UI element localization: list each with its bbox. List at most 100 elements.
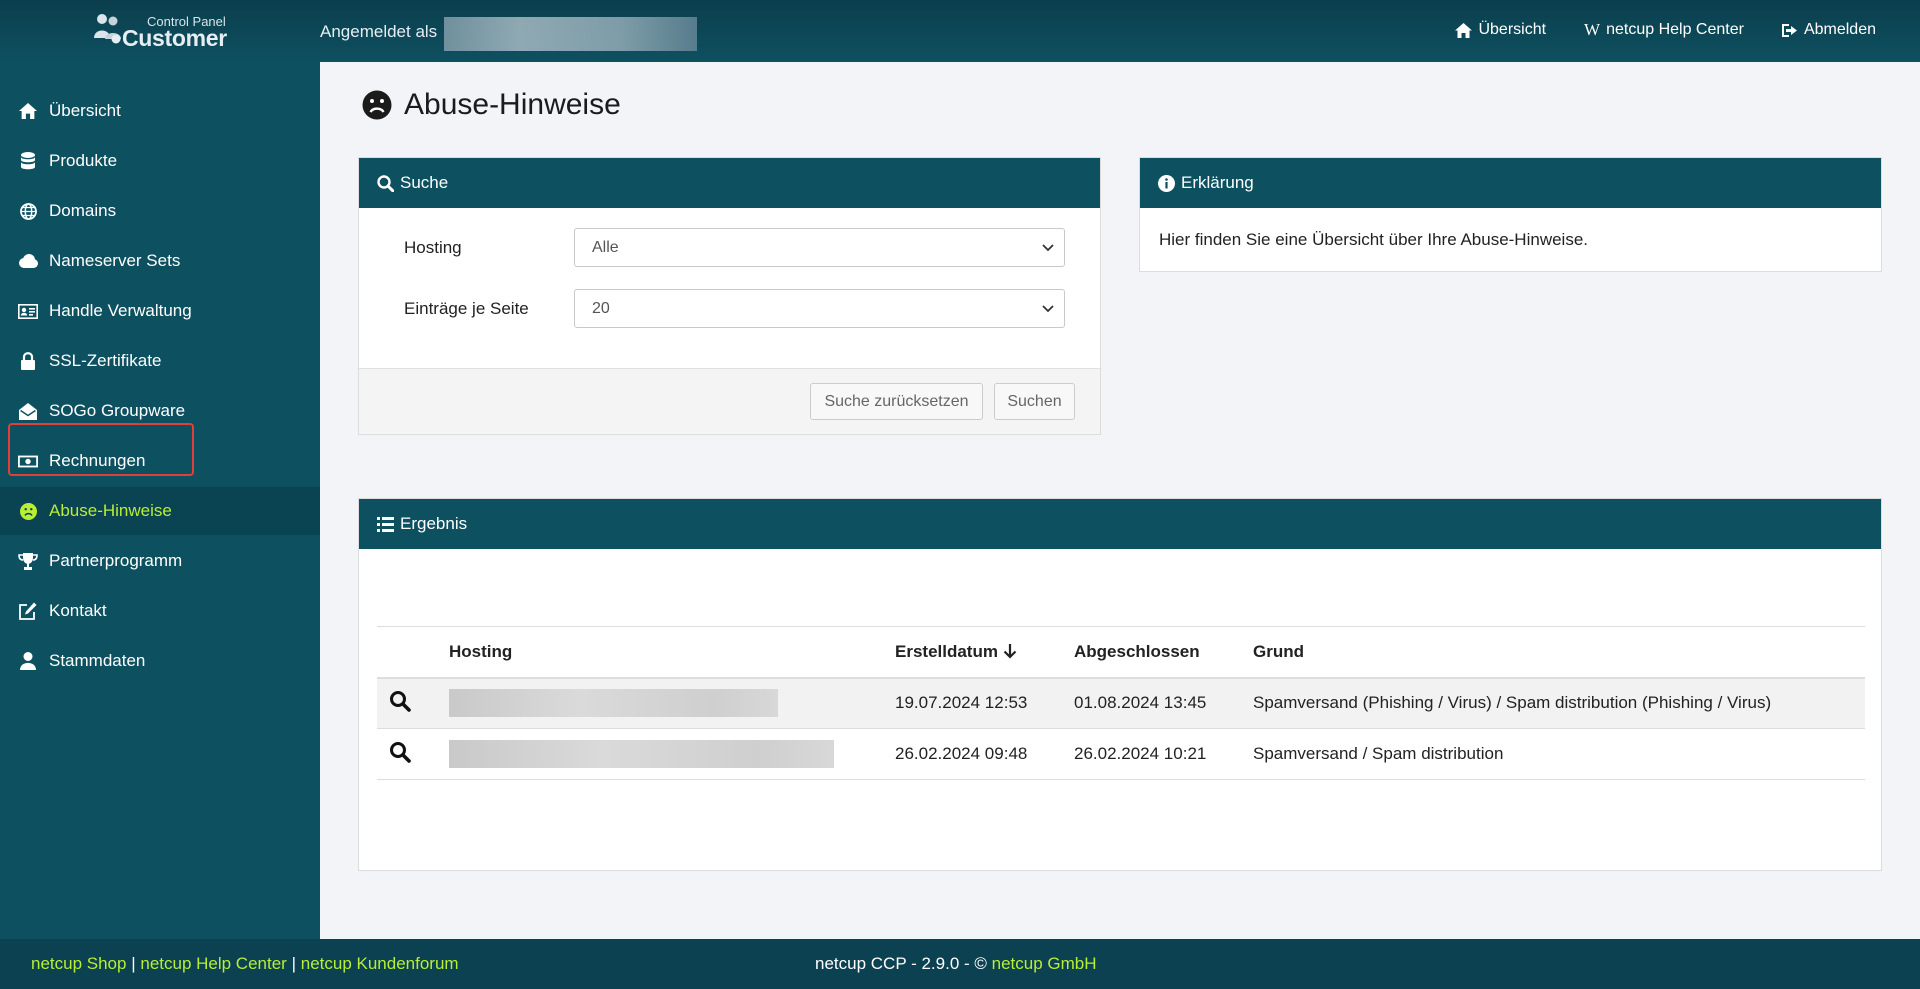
sidebar: Übersicht Produkte Domains Nameserver Se… xyxy=(0,62,320,939)
column-header-hosting[interactable]: Hosting xyxy=(449,626,895,679)
sidebar-item-label: Produkte xyxy=(49,151,118,170)
top-nav-logout-label: Abmelden xyxy=(1803,21,1876,38)
logo[interactable]: Control Panel Customer xyxy=(92,10,232,52)
hosting-select[interactable]: Alle xyxy=(574,228,1065,267)
sidebar-item-label: Domains xyxy=(49,201,117,220)
reason-cell: Spamversand / Spam distribution xyxy=(1253,728,1865,780)
reason-cell: Spamversand (Phishing / Virus) / Spam di… xyxy=(1253,677,1865,729)
column-header-reason[interactable]: Grund xyxy=(1253,626,1865,679)
table-row: 26.02.2024 09:48 26.02.2024 10:21 Spamve… xyxy=(377,728,1865,780)
sidebar-item-domains[interactable]: Domains xyxy=(0,187,320,235)
envelope-open-icon xyxy=(18,401,38,421)
footer-separator: | xyxy=(291,954,296,973)
redacted-hosting-name xyxy=(449,740,834,768)
redacted-hosting-name xyxy=(449,689,778,718)
user-icon xyxy=(18,651,38,671)
footer-links: netcup Shop | netcup Help Center | netcu… xyxy=(31,954,459,974)
reset-search-button[interactable]: Suche zurücksetzen xyxy=(810,383,983,420)
footer: netcup Shop | netcup Help Center | netcu… xyxy=(0,939,1920,989)
edit-icon xyxy=(18,601,38,621)
explanation-panel-title: Erklärung xyxy=(1181,173,1254,192)
footer-separator: | xyxy=(131,954,136,973)
hosting-filter-row: Hosting Alle xyxy=(404,228,1065,267)
results-table: Hosting Erstelldatum Abgeschlossen Grund… xyxy=(377,626,1865,780)
view-details-icon[interactable] xyxy=(389,741,411,768)
hosting-filter-label: Hosting xyxy=(404,237,462,257)
cloud-icon xyxy=(18,251,38,271)
explanation-panel-header: Erklärung xyxy=(1140,158,1881,208)
database-icon xyxy=(18,151,38,171)
page-title: Abuse-Hinweise xyxy=(362,88,621,122)
active-item-highlight xyxy=(8,423,194,476)
top-nav-logout[interactable]: Abmelden xyxy=(1781,20,1876,40)
explanation-panel: Erklärung Hier finden Sie eine Übersicht… xyxy=(1139,157,1882,272)
wikipedia-w-icon: W xyxy=(1584,20,1601,39)
hosting-cell xyxy=(449,677,895,729)
search-panel-title: Suche xyxy=(400,173,449,192)
entries-per-page-label: Einträge je Seite xyxy=(404,298,529,318)
table-row: 19.07.2024 12:53 01.08.2024 13:45 Spamve… xyxy=(377,677,1865,729)
info-circle-icon xyxy=(1158,174,1175,192)
hosting-cell xyxy=(449,728,895,780)
id-card-icon xyxy=(18,301,38,321)
entries-per-page-row: Einträge je Seite 20 xyxy=(404,289,1065,328)
list-icon xyxy=(377,516,394,532)
footer-forum-link[interactable]: netcup Kundenforum xyxy=(301,954,459,973)
closed-cell: 01.08.2024 13:45 xyxy=(1074,677,1253,729)
sidebar-item-label: Handle Verwaltung xyxy=(49,301,192,320)
sidebar-item-nameserver-sets[interactable]: Nameserver Sets xyxy=(0,237,320,285)
hosting-select-value: Alle xyxy=(592,238,619,256)
sign-out-icon xyxy=(1781,23,1797,37)
entries-per-page-value: 20 xyxy=(592,299,610,317)
sidebar-item-abuse-notices[interactable]: Abuse-Hinweise xyxy=(0,487,320,535)
logo-title: Customer xyxy=(122,25,227,51)
trophy-icon xyxy=(18,551,38,571)
search-panel-footer: Suche zurücksetzen Suchen xyxy=(359,368,1100,434)
closed-cell: 26.02.2024 10:21 xyxy=(1074,728,1253,780)
sidebar-item-label: SSL-Zertifikate xyxy=(49,351,162,370)
customer-group-icon xyxy=(94,14,121,44)
search-icon xyxy=(377,174,394,192)
result-panel: Ergebnis Hosting Erstelldatum Abgeschlos… xyxy=(358,498,1882,871)
sidebar-item-label: SOGo Groupware xyxy=(49,401,186,420)
view-details-icon[interactable] xyxy=(389,690,411,717)
footer-help-link[interactable]: netcup Help Center xyxy=(140,954,286,973)
sidebar-item-partner-program[interactable]: Partnerprogramm xyxy=(0,537,320,585)
chevron-down-icon xyxy=(1042,243,1054,251)
search-button[interactable]: Suchen xyxy=(994,383,1075,420)
sidebar-item-overview[interactable]: Übersicht xyxy=(0,87,320,135)
table-header-row: Hosting Erstelldatum Abgeschlossen Grund xyxy=(377,626,1865,679)
column-header-created[interactable]: Erstelldatum xyxy=(895,626,1074,679)
home-icon xyxy=(18,101,38,121)
footer-company-link[interactable]: netcup GmbH xyxy=(992,954,1097,973)
created-cell: 26.02.2024 09:48 xyxy=(895,728,1074,780)
top-nav-help-center[interactable]: W netcup Help Center xyxy=(1584,20,1744,40)
result-panel-title: Ergebnis xyxy=(400,514,468,533)
created-cell: 19.07.2024 12:53 xyxy=(895,677,1074,729)
column-header-closed[interactable]: Abgeschlossen xyxy=(1074,626,1253,679)
sidebar-item-contact[interactable]: Kontakt xyxy=(0,587,320,635)
footer-version-text: netcup CCP - 2.9.0 - © xyxy=(815,954,987,973)
top-nav-overview[interactable]: Übersicht xyxy=(1455,20,1546,40)
search-panel: Suche Hosting Alle Einträge je Seite 20 … xyxy=(358,157,1101,435)
sidebar-item-master-data[interactable]: Stammdaten xyxy=(0,637,320,685)
footer-version: netcup CCP - 2.9.0 - © netcup GmbH xyxy=(815,954,1097,974)
row-action-cell xyxy=(377,728,449,780)
lock-icon xyxy=(18,351,38,371)
sidebar-item-ssl-certificates[interactable]: SSL-Zertifikate xyxy=(0,337,320,385)
sidebar-item-label: Abuse-Hinweise xyxy=(49,501,172,520)
sort-arrow-down-icon xyxy=(1003,643,1016,659)
sidebar-item-products[interactable]: Produkte xyxy=(0,137,320,185)
globe-icon xyxy=(18,201,38,221)
explanation-text: Hier finden Sie eine Übersicht über Ihre… xyxy=(1159,230,1589,249)
sidebar-item-label: Stammdaten xyxy=(49,651,146,670)
column-header-actions xyxy=(377,626,449,679)
sidebar-item-label: Nameserver Sets xyxy=(49,251,181,270)
top-nav: Übersicht W netcup Help Center Abmelden xyxy=(1455,20,1876,40)
sidebar-item-handle-management[interactable]: Handle Verwaltung xyxy=(0,287,320,335)
footer-shop-link[interactable]: netcup Shop xyxy=(31,954,126,973)
redacted-username xyxy=(444,17,697,51)
top-nav-help-label: netcup Help Center xyxy=(1606,21,1744,38)
frown-icon xyxy=(18,501,38,521)
entries-per-page-select[interactable]: 20 xyxy=(574,289,1065,328)
